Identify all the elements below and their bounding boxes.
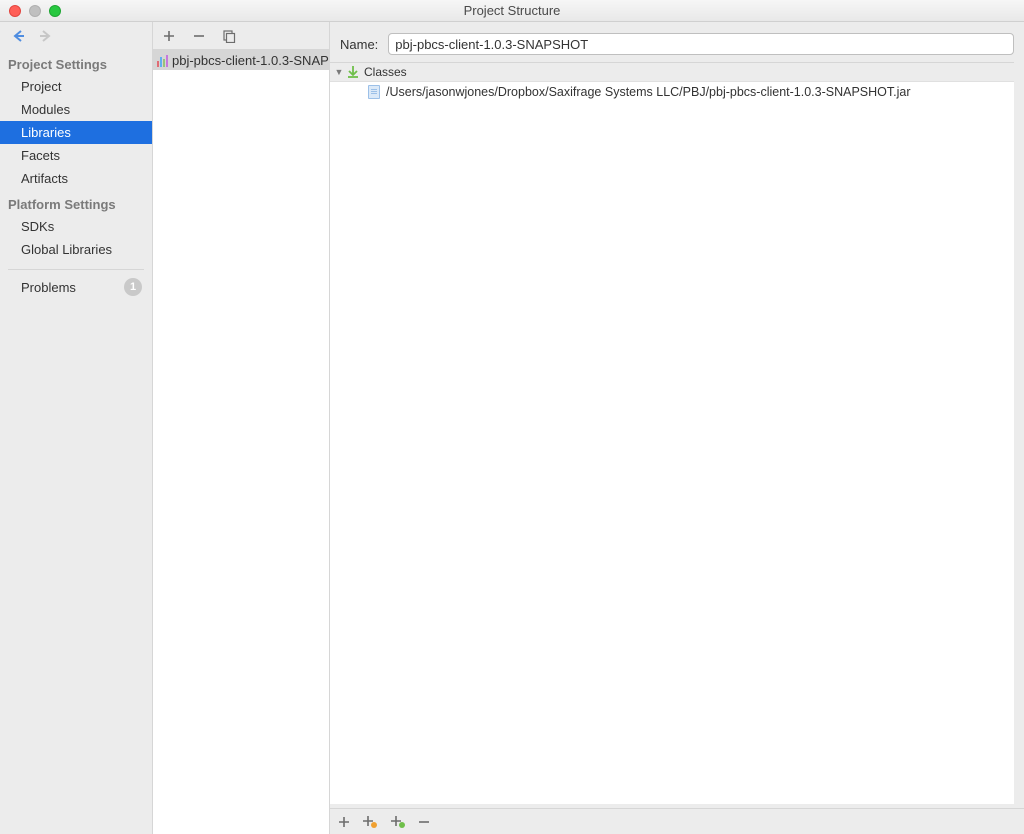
library-contents-toolbar [330,808,1024,834]
library-detail-panel: Name: ▼ Classes /Users/jasonwjones/Dropb… [330,22,1024,834]
sidebar-item-sdks[interactable]: SDKs [0,215,152,238]
forward-button [36,27,54,45]
disclosure-triangle-icon[interactable]: ▼ [334,67,344,77]
library-icon [157,53,168,67]
window-controls [9,5,61,17]
problems-count-badge: 1 [124,278,142,296]
zoom-window-button[interactable] [49,5,61,17]
sidebar-nav-toolbar [0,22,152,50]
name-label: Name: [340,37,378,52]
classes-folder-icon [346,65,360,79]
sidebar-item-libraries[interactable]: Libraries [0,121,152,144]
window-title: Project Structure [0,3,1024,18]
library-list-toolbar [153,22,329,50]
sidebar-item-modules[interactable]: Modules [0,98,152,121]
library-name-input[interactable] [388,33,1014,55]
tree-group-label: Classes [364,65,407,79]
sidebar-item-project[interactable]: Project [0,75,152,98]
tree-group-classes[interactable]: ▼ Classes [330,63,1014,82]
tree-item-jar[interactable]: /Users/jasonwjones/Dropbox/Saxifrage Sys… [330,82,1014,101]
remove-root-button[interactable] [418,816,430,828]
add-root-button[interactable] [338,816,350,828]
titlebar: Project Structure [0,0,1024,22]
sidebar-item-artifacts[interactable]: Artifacts [0,167,152,190]
sidebar-separator [8,269,144,270]
name-row: Name: [330,22,1024,62]
sidebar-item-problems[interactable]: Problems 1 [0,274,152,300]
minimize-window-button [29,5,41,17]
add-new-button[interactable] [362,815,378,829]
add-library-button[interactable] [161,28,177,44]
tree-item-path: /Users/jasonwjones/Dropbox/Saxifrage Sys… [386,85,911,99]
back-button[interactable] [10,27,28,45]
specify-docs-button[interactable] [390,815,406,829]
library-list-item-label: pbj-pbcs-client-1.0.3-SNAPSHOT [172,53,329,68]
remove-library-button[interactable] [191,28,207,44]
file-icon [368,85,380,99]
library-list: pbj-pbcs-client-1.0.3-SNAPSHOT [153,50,329,834]
library-contents-tree: ▼ Classes /Users/jasonwjones/Dropbox/Sax… [330,62,1014,804]
left-sidebar: Project Settings Project Modules Librari… [0,22,153,834]
sidebar-item-global-libraries[interactable]: Global Libraries [0,238,152,261]
library-list-item[interactable]: pbj-pbcs-client-1.0.3-SNAPSHOT [153,50,329,70]
close-window-button[interactable] [9,5,21,17]
problems-label: Problems [21,280,76,295]
copy-library-button[interactable] [221,28,237,44]
section-header-project-settings: Project Settings [0,50,152,75]
section-header-platform-settings: Platform Settings [0,190,152,215]
sidebar-item-facets[interactable]: Facets [0,144,152,167]
library-list-panel: pbj-pbcs-client-1.0.3-SNAPSHOT [153,22,330,834]
